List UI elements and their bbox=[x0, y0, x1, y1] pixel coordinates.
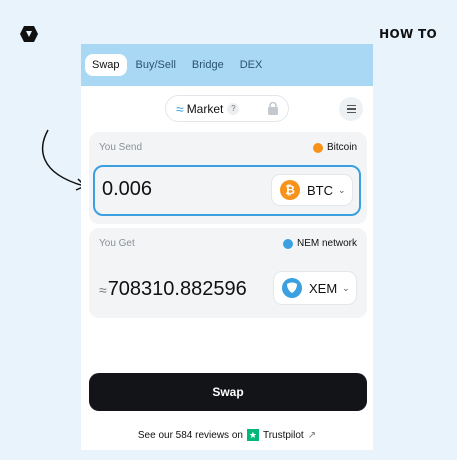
receive-coin-code: XEM bbox=[309, 280, 338, 296]
send-coin-selector[interactable]: ₿ BTC ⌄ bbox=[271, 174, 353, 206]
chevron-down-icon: ⌄ bbox=[338, 184, 346, 195]
bitcoin-network-icon bbox=[312, 142, 323, 153]
send-network-label: Bitcoin bbox=[326, 142, 357, 153]
rate-mode-label: Market bbox=[186, 101, 224, 116]
receive-label: You Get bbox=[99, 238, 135, 249]
receive-coin-selector[interactable]: XEM ⌄ bbox=[273, 271, 357, 305]
receive-panel: You Get NEM network ≈708310.882596 XEM ⌄ bbox=[89, 228, 367, 318]
chevron-down-icon: ⌄ bbox=[342, 282, 350, 293]
send-network: Bitcoin bbox=[312, 142, 357, 153]
approx-symbol: ≈ bbox=[99, 282, 107, 298]
menu-icon[interactable] bbox=[339, 97, 363, 121]
send-panel: You Send Bitcoin 0.006 ₿ BTC ⌄ bbox=[89, 132, 367, 224]
trustpilot-star-icon: ★ bbox=[246, 429, 259, 441]
send-amount-input[interactable]: 0.006 bbox=[102, 178, 152, 201]
rate-mode-toggle[interactable]: ≈ Market ? bbox=[165, 95, 289, 122]
receive-amount-value: 708310.882596 bbox=[107, 278, 247, 300]
tab-bridge[interactable]: Bridge bbox=[185, 54, 231, 76]
tab-bar: Swap Buy/Sell Bridge DEX bbox=[81, 44, 373, 86]
reviews-text: See our 584 reviews on bbox=[137, 429, 243, 441]
widget-body: ≈ Market ? You Send Bitcoin 0.006 ₿ BTC … bbox=[81, 86, 373, 450]
send-amount-field[interactable]: 0.006 ₿ BTC ⌄ bbox=[93, 165, 361, 216]
tab-swap[interactable]: Swap bbox=[85, 54, 127, 76]
help-icon[interactable]: ? bbox=[227, 102, 240, 115]
bitcoin-icon: ₿ bbox=[280, 180, 300, 200]
nem-network-icon bbox=[282, 238, 293, 249]
swap-button[interactable]: Swap bbox=[89, 373, 367, 411]
receive-network-label: NEM network bbox=[296, 238, 357, 249]
receive-network: NEM network bbox=[282, 238, 357, 249]
logo-icon bbox=[20, 26, 38, 42]
wave-icon: ≈ bbox=[176, 100, 184, 117]
how-to-label[interactable]: how to bbox=[379, 27, 437, 41]
mode-row: ≈ Market ? bbox=[81, 86, 373, 130]
swap-widget: Swap Buy/Sell Bridge DEX ≈ Market ? You … bbox=[81, 44, 373, 450]
tab-buy-sell[interactable]: Buy/Sell bbox=[129, 54, 183, 76]
send-label: You Send bbox=[99, 142, 143, 153]
nem-icon bbox=[282, 278, 302, 298]
trustpilot-brand: Trustpilot bbox=[262, 429, 304, 441]
trustpilot-link[interactable]: See our 584 reviews on ★ Trustpilot ↗ bbox=[81, 429, 373, 441]
lock-icon[interactable] bbox=[267, 102, 279, 115]
tab-dex[interactable]: DEX bbox=[233, 54, 270, 76]
receive-amount: ≈708310.882596 bbox=[99, 278, 247, 301]
external-link-icon: ↗ bbox=[307, 429, 317, 441]
send-coin-code: BTC bbox=[307, 182, 333, 198]
